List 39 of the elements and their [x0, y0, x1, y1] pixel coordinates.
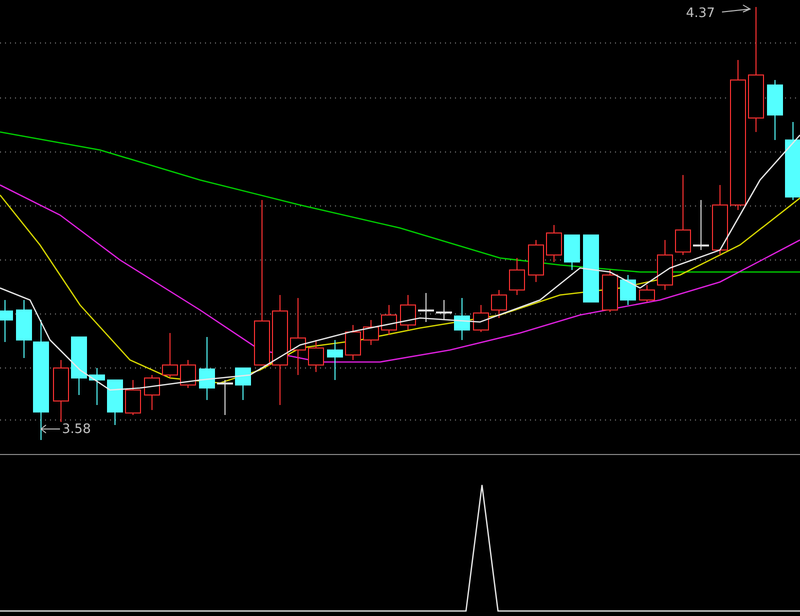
candlestick [400, 294, 416, 330]
candlestick [345, 324, 361, 360]
candlestick [107, 380, 123, 426]
candlestick [583, 234, 599, 302]
candlestick [602, 270, 618, 312]
candlestick [620, 274, 636, 306]
candlestick [657, 240, 673, 290]
candlestick [199, 336, 215, 400]
arrow-icon [722, 4, 752, 12]
candlestick [0, 300, 13, 342]
candlestick [308, 340, 324, 372]
candlestick [564, 234, 580, 270]
candlestick [327, 340, 343, 380]
high-price-label: 4.37 [686, 6, 715, 21]
candlestick [235, 368, 251, 400]
candlestick [71, 336, 87, 396]
candlestick [767, 80, 783, 140]
candlestick [509, 258, 525, 296]
candlestick [712, 184, 728, 256]
candlestick [162, 332, 178, 378]
low-price-label: 3.58 [62, 422, 91, 437]
candlestick [418, 292, 434, 322]
candlestick [381, 304, 397, 336]
candlestick [491, 290, 507, 318]
candlestick [125, 380, 141, 416]
arrow-icon [40, 424, 60, 434]
candlestick [53, 360, 69, 422]
candlestick [528, 240, 544, 282]
candlestick [693, 200, 709, 250]
candlestick [363, 320, 379, 346]
candlestick [546, 224, 562, 262]
candlestick [436, 300, 452, 320]
candlestick [473, 304, 489, 332]
candlestick [454, 298, 470, 340]
candlestick [89, 368, 105, 406]
candlestick [217, 380, 233, 416]
candlestick [639, 284, 655, 302]
candlestick [180, 360, 196, 388]
candlestick [144, 374, 160, 410]
